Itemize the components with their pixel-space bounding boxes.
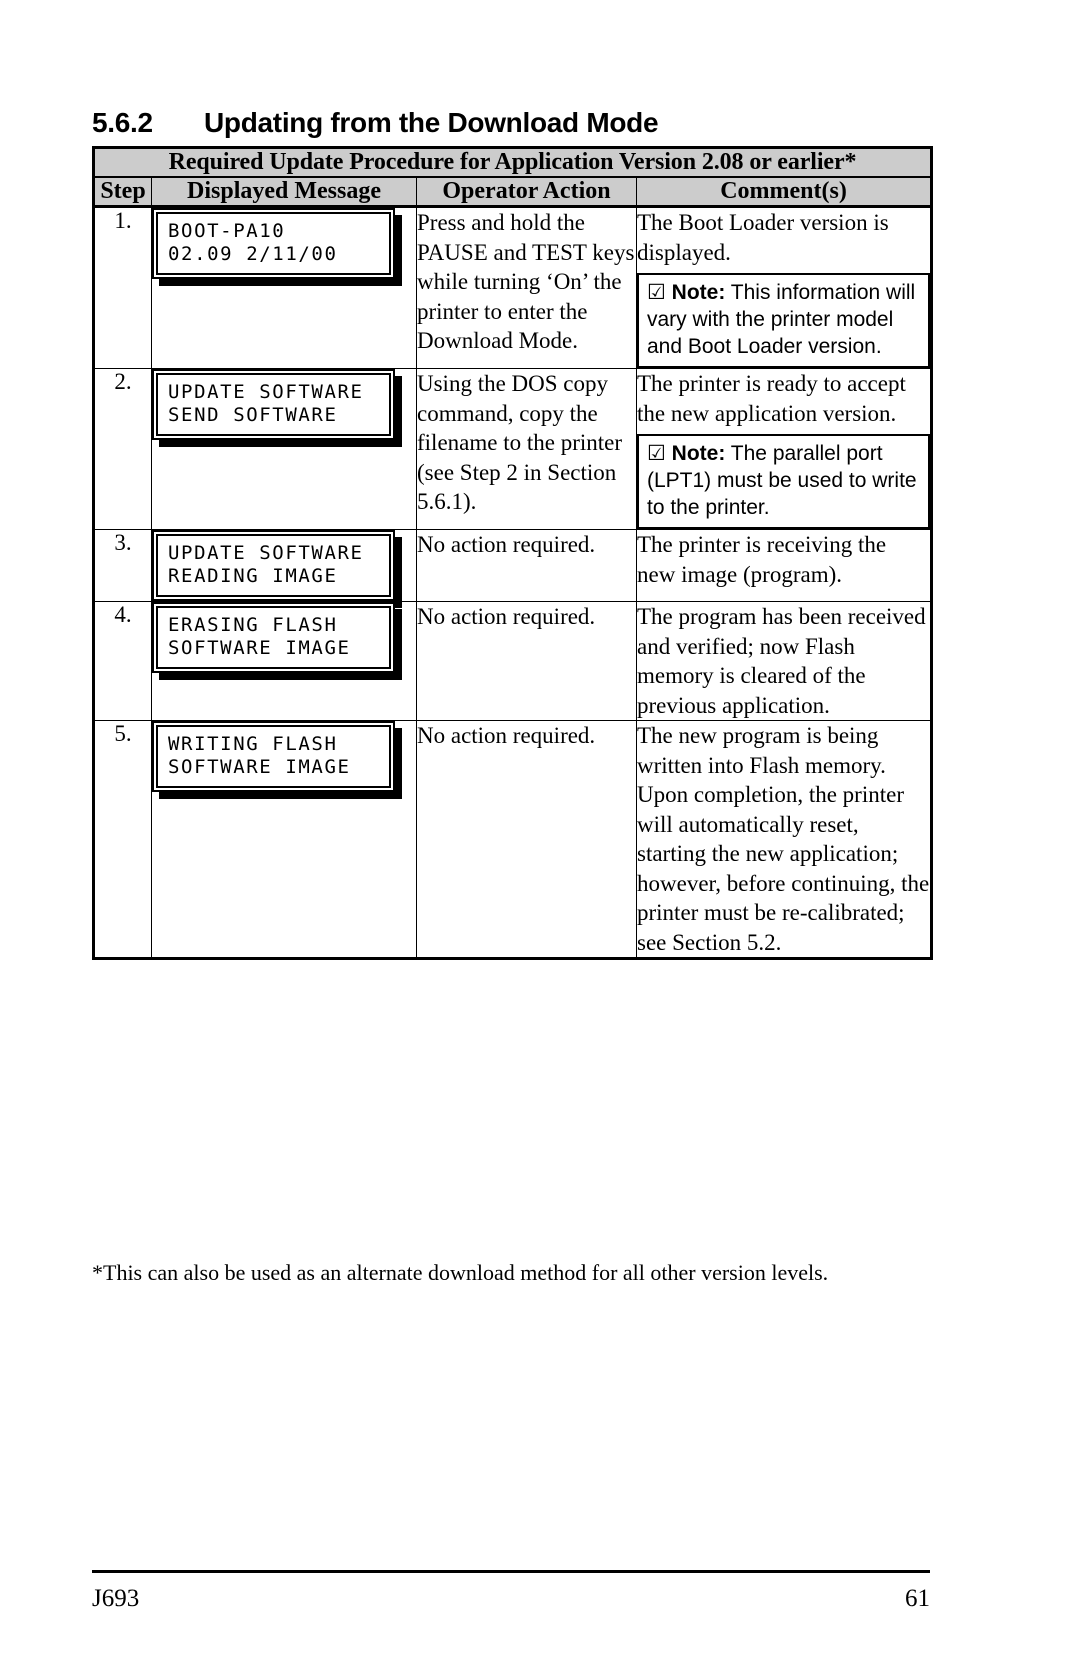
lcd-display: UPDATE SOFTWARE READING IMAGE	[152, 530, 402, 608]
table-row: 2. UPDATE SOFTWARE SEND SOFTWARE Using t…	[93, 368, 933, 530]
section-number: 5.6.2	[92, 106, 153, 138]
lcd-frame: UPDATE SOFTWARE SEND SOFTWARE	[152, 369, 395, 440]
comment-text: The printer is ready to accept the new a…	[637, 371, 906, 426]
lcd-line-2: SOFTWARE IMAGE	[168, 637, 351, 659]
lcd-screen: UPDATE SOFTWARE READING IMAGE	[156, 534, 391, 597]
table-title-row: Required Update Procedure for Applicatio…	[92, 147, 933, 178]
operator-action-text: Press and hold the PAUSE and TEST keys w…	[416, 206, 637, 369]
column-header-comments: Comment(s)	[635, 176, 933, 208]
table-row: 5. WRITING FLASH SOFTWARE IMAGE No actio…	[93, 720, 933, 959]
lcd-screen: BOOT-PA10 02.09 2/11/00	[156, 212, 391, 275]
lcd-line-2: READING IMAGE	[168, 565, 338, 587]
note-label: Note:	[671, 442, 726, 465]
footer-divider	[92, 1570, 930, 1573]
operator-action-text: No action required.	[416, 720, 637, 959]
comment-cell: The printer is ready to accept the new a…	[635, 368, 933, 530]
comment-text: The program has been received and verifi…	[635, 601, 933, 721]
column-header-operator-action: Operator Action	[416, 176, 637, 208]
note-label: Note:	[671, 281, 726, 304]
operator-action-text: No action required.	[416, 601, 637, 721]
displayed-message-cell: UPDATE SOFTWARE SEND SOFTWARE	[151, 368, 417, 530]
lcd-frame: BOOT-PA10 02.09 2/11/00	[152, 208, 395, 279]
lcd-display: ERASING FLASH SOFTWARE IMAGE	[152, 602, 402, 680]
lcd-line-2: SOFTWARE IMAGE	[168, 756, 351, 778]
lcd-screen: ERASING FLASH SOFTWARE IMAGE	[156, 606, 391, 669]
comment-cell: The Boot Loader version is displayed. ☑ …	[635, 206, 933, 369]
table-footnote: *This can also be used as an alternate d…	[92, 1260, 829, 1285]
table-row: 3. UPDATE SOFTWARE READING IMAGE No acti…	[93, 529, 933, 608]
section-title: Updating from the Download Mode	[204, 106, 659, 138]
displayed-message-cell: BOOT-PA10 02.09 2/11/00	[151, 206, 417, 369]
table-caption: Required Update Procedure for Applicatio…	[92, 147, 933, 178]
note-box: ☑ Note: This information will vary with …	[637, 273, 931, 368]
step-number: 4.	[93, 601, 152, 721]
column-header-displayed-message: Displayed Message	[151, 176, 417, 208]
displayed-message-cell: ERASING FLASH SOFTWARE IMAGE	[151, 601, 417, 721]
step-number: 5.	[93, 720, 152, 959]
table-header-row: Step Displayed Message Operator Action C…	[93, 176, 933, 208]
displayed-message-cell: UPDATE SOFTWARE READING IMAGE	[151, 529, 417, 608]
lcd-frame: WRITING FLASH SOFTWARE IMAGE	[152, 721, 395, 792]
lcd-line-1: WRITING FLASH	[168, 733, 338, 755]
page-title: 5.6.2 Updating from the Download Mode	[92, 107, 952, 139]
document-page: 5.6.2 Updating from the Download Mode Req…	[0, 0, 1080, 1669]
footer-page-number: 61	[905, 1585, 930, 1612]
lcd-line-1: UPDATE SOFTWARE	[168, 381, 364, 403]
operator-action-text: No action required.	[416, 529, 637, 602]
table-row: 1. BOOT-PA10 02.09 2/11/00 Press and hol…	[93, 206, 933, 369]
column-header-step: Step	[93, 176, 152, 208]
lcd-frame: UPDATE SOFTWARE READING IMAGE	[152, 530, 395, 601]
checked-box-icon: ☑	[647, 442, 666, 465]
lcd-display: WRITING FLASH SOFTWARE IMAGE	[152, 721, 402, 799]
comment-text: The Boot Loader version is displayed.	[637, 210, 889, 265]
lcd-display: UPDATE SOFTWARE SEND SOFTWARE	[152, 369, 402, 447]
comment-text: The printer is receiving the new image (…	[635, 529, 933, 602]
comment-text: The new program is being written into Fl…	[635, 720, 933, 959]
lcd-line-2: SEND SOFTWARE	[168, 404, 338, 426]
operator-action-text: Using the DOS copy command, copy the fil…	[416, 368, 637, 530]
lcd-display: BOOT-PA10 02.09 2/11/00	[152, 208, 402, 286]
step-number: 3.	[93, 529, 152, 602]
checked-box-icon: ☑	[647, 281, 666, 304]
lcd-line-1: ERASING FLASH	[168, 614, 338, 636]
update-procedure-table: Required Update Procedure for Applicatio…	[92, 146, 934, 960]
displayed-message-cell: WRITING FLASH SOFTWARE IMAGE	[151, 720, 417, 959]
note-box: ☑ Note: The parallel port (LPT1) must be…	[637, 434, 931, 529]
lcd-screen: WRITING FLASH SOFTWARE IMAGE	[156, 725, 391, 788]
table-row: 4. ERASING FLASH SOFTWARE IMAGE No actio…	[93, 601, 933, 721]
step-number: 1.	[93, 206, 152, 369]
lcd-line-2: 02.09 2/11/00	[168, 243, 338, 265]
lcd-line-1: UPDATE SOFTWARE	[168, 542, 364, 564]
lcd-frame: ERASING FLASH SOFTWARE IMAGE	[152, 602, 395, 673]
step-number: 2.	[93, 368, 152, 530]
lcd-screen: UPDATE SOFTWARE SEND SOFTWARE	[156, 373, 391, 436]
lcd-line-1: BOOT-PA10	[168, 220, 286, 242]
